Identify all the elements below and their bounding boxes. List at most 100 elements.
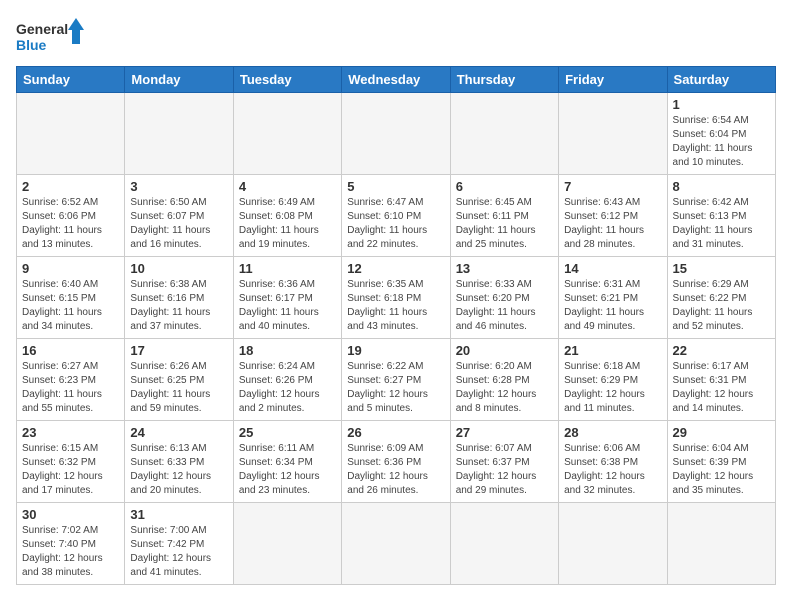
day-number: 12 [347,261,444,276]
days-header-row: SundayMondayTuesdayWednesdayThursdayFrid… [17,67,776,93]
day-number: 24 [130,425,227,440]
day-number: 5 [347,179,444,194]
week-row-6: 30Sunrise: 7:02 AM Sunset: 7:40 PM Dayli… [17,503,776,585]
day-number: 9 [22,261,119,276]
day-cell: 24Sunrise: 6:13 AM Sunset: 6:33 PM Dayli… [125,421,233,503]
day-number: 6 [456,179,553,194]
day-number: 17 [130,343,227,358]
day-cell: 6 Sunrise: 6:45 AM Sunset: 6:11 PM Daylig… [450,175,558,257]
day-cell: 31 Sunrise: 7:00 AM Sunset: 7:42 PM Dayli… [125,503,233,585]
day-cell [17,93,125,175]
day-number: 21 [564,343,661,358]
day-info: Sunrise: 7:00 AM Sunset: 7:42 PM Dayligh… [130,524,227,580]
day-info: Sunrise: 6:50 AM Sunset: 6:07 PM Dayligh… [130,196,227,252]
day-number: 22 [673,343,770,358]
day-header-sunday: Sunday [17,67,125,93]
day-info: Sunrise: 6:24 AM Sunset: 6:26 PM Dayligh… [239,360,336,416]
day-number: 29 [673,425,770,440]
day-info: Sunrise: 6:47 AM Sunset: 6:10 PM Dayligh… [347,196,444,252]
day-info: Sunrise: 6:52 AM Sunset: 6:06 PM Dayligh… [22,196,119,252]
day-cell: 1 Sunrise: 6:54 AM Sunset: 6:04 PM Daylig… [667,93,775,175]
week-row-2: 2Sunrise: 6:52 AM Sunset: 6:06 PM Daylig… [17,175,776,257]
calendar-table: SundayMondayTuesdayWednesdayThursdayFrid… [16,66,776,585]
day-cell: 26 Sunrise: 6:09 AM Sunset: 6:36 PM Dayli… [342,421,450,503]
day-number: 31 [130,507,227,522]
day-info: Sunrise: 6:06 AM Sunset: 6:38 PM Dayligh… [564,442,661,498]
day-header-friday: Friday [559,67,667,93]
day-cell: 22Sunrise: 6:17 AM Sunset: 6:31 PM Dayli… [667,339,775,421]
day-info: Sunrise: 6:49 AM Sunset: 6:08 PM Dayligh… [239,196,336,252]
day-cell: 19 Sunrise: 6:22 AM Sunset: 6:27 PM Dayli… [342,339,450,421]
day-cell: 18 Sunrise: 6:24 AM Sunset: 6:26 PM Dayli… [233,339,341,421]
page-header: General Blue [16,16,776,56]
day-cell: 9 Sunrise: 6:40 AM Sunset: 6:15 PM Daylig… [17,257,125,339]
day-number: 15 [673,261,770,276]
day-cell: 14 Sunrise: 6:31 AM Sunset: 6:21 PM Dayli… [559,257,667,339]
day-header-thursday: Thursday [450,67,558,93]
logo: General Blue [16,16,86,56]
day-cell: 25Sunrise: 6:11 AM Sunset: 6:34 PM Dayli… [233,421,341,503]
day-number: 13 [456,261,553,276]
day-info: Sunrise: 6:29 AM Sunset: 6:22 PM Dayligh… [673,278,770,334]
day-cell: 17 Sunrise: 6:26 AM Sunset: 6:25 PM Dayli… [125,339,233,421]
day-info: Sunrise: 7:02 AM Sunset: 7:40 PM Dayligh… [22,524,119,580]
day-info: Sunrise: 6:22 AM Sunset: 6:27 PM Dayligh… [347,360,444,416]
day-info: Sunrise: 6:31 AM Sunset: 6:21 PM Dayligh… [564,278,661,334]
day-cell: 20Sunrise: 6:20 AM Sunset: 6:28 PM Dayli… [450,339,558,421]
day-cell: 10 Sunrise: 6:38 AM Sunset: 6:16 PM Dayli… [125,257,233,339]
day-cell [342,503,450,585]
day-info: Sunrise: 6:33 AM Sunset: 6:20 PM Dayligh… [456,278,553,334]
day-cell [125,93,233,175]
day-cell: 12Sunrise: 6:35 AM Sunset: 6:18 PM Dayli… [342,257,450,339]
day-number: 20 [456,343,553,358]
day-cell [233,93,341,175]
day-number: 4 [239,179,336,194]
day-cell [559,503,667,585]
day-number: 8 [673,179,770,194]
day-cell: 13 Sunrise: 6:33 AM Sunset: 6:20 PM Dayli… [450,257,558,339]
day-info: Sunrise: 6:09 AM Sunset: 6:36 PM Dayligh… [347,442,444,498]
day-number: 26 [347,425,444,440]
day-info: Sunrise: 6:07 AM Sunset: 6:37 PM Dayligh… [456,442,553,498]
day-info: Sunrise: 6:38 AM Sunset: 6:16 PM Dayligh… [130,278,227,334]
day-info: Sunrise: 6:42 AM Sunset: 6:13 PM Dayligh… [673,196,770,252]
day-number: 10 [130,261,227,276]
day-header-monday: Monday [125,67,233,93]
day-cell: 8 Sunrise: 6:42 AM Sunset: 6:13 PM Daylig… [667,175,775,257]
day-number: 28 [564,425,661,440]
svg-text:General: General [16,21,68,37]
day-cell: 21 Sunrise: 6:18 AM Sunset: 6:29 PM Dayli… [559,339,667,421]
day-cell: 23 Sunrise: 6:15 AM Sunset: 6:32 PM Dayli… [17,421,125,503]
day-info: Sunrise: 6:18 AM Sunset: 6:29 PM Dayligh… [564,360,661,416]
week-row-1: 1 Sunrise: 6:54 AM Sunset: 6:04 PM Daylig… [17,93,776,175]
day-info: Sunrise: 6:26 AM Sunset: 6:25 PM Dayligh… [130,360,227,416]
svg-text:Blue: Blue [16,37,47,53]
day-cell: 28 Sunrise: 6:06 AM Sunset: 6:38 PM Dayli… [559,421,667,503]
day-header-tuesday: Tuesday [233,67,341,93]
day-info: Sunrise: 6:04 AM Sunset: 6:39 PM Dayligh… [673,442,770,498]
day-info: Sunrise: 6:45 AM Sunset: 6:11 PM Dayligh… [456,196,553,252]
day-cell [559,93,667,175]
day-number: 16 [22,343,119,358]
day-info: Sunrise: 6:43 AM Sunset: 6:12 PM Dayligh… [564,196,661,252]
week-row-4: 16Sunrise: 6:27 AM Sunset: 6:23 PM Dayli… [17,339,776,421]
day-number: 25 [239,425,336,440]
day-number: 23 [22,425,119,440]
day-number: 14 [564,261,661,276]
day-cell: 29 Sunrise: 6:04 AM Sunset: 6:39 PM Dayli… [667,421,775,503]
day-info: Sunrise: 6:15 AM Sunset: 6:32 PM Dayligh… [22,442,119,498]
day-cell: 15 Sunrise: 6:29 AM Sunset: 6:22 PM Dayli… [667,257,775,339]
day-cell: 27Sunrise: 6:07 AM Sunset: 6:37 PM Dayli… [450,421,558,503]
day-info: Sunrise: 6:54 AM Sunset: 6:04 PM Dayligh… [673,114,770,170]
day-number: 18 [239,343,336,358]
day-cell: 7Sunrise: 6:43 AM Sunset: 6:12 PM Daylig… [559,175,667,257]
day-info: Sunrise: 6:40 AM Sunset: 6:15 PM Dayligh… [22,278,119,334]
day-header-wednesday: Wednesday [342,67,450,93]
day-number: 11 [239,261,336,276]
day-cell: 30Sunrise: 7:02 AM Sunset: 7:40 PM Dayli… [17,503,125,585]
day-number: 1 [673,97,770,112]
day-cell: 5 Sunrise: 6:47 AM Sunset: 6:10 PM Daylig… [342,175,450,257]
day-cell: 3Sunrise: 6:50 AM Sunset: 6:07 PM Daylig… [125,175,233,257]
day-info: Sunrise: 6:36 AM Sunset: 6:17 PM Dayligh… [239,278,336,334]
day-number: 19 [347,343,444,358]
